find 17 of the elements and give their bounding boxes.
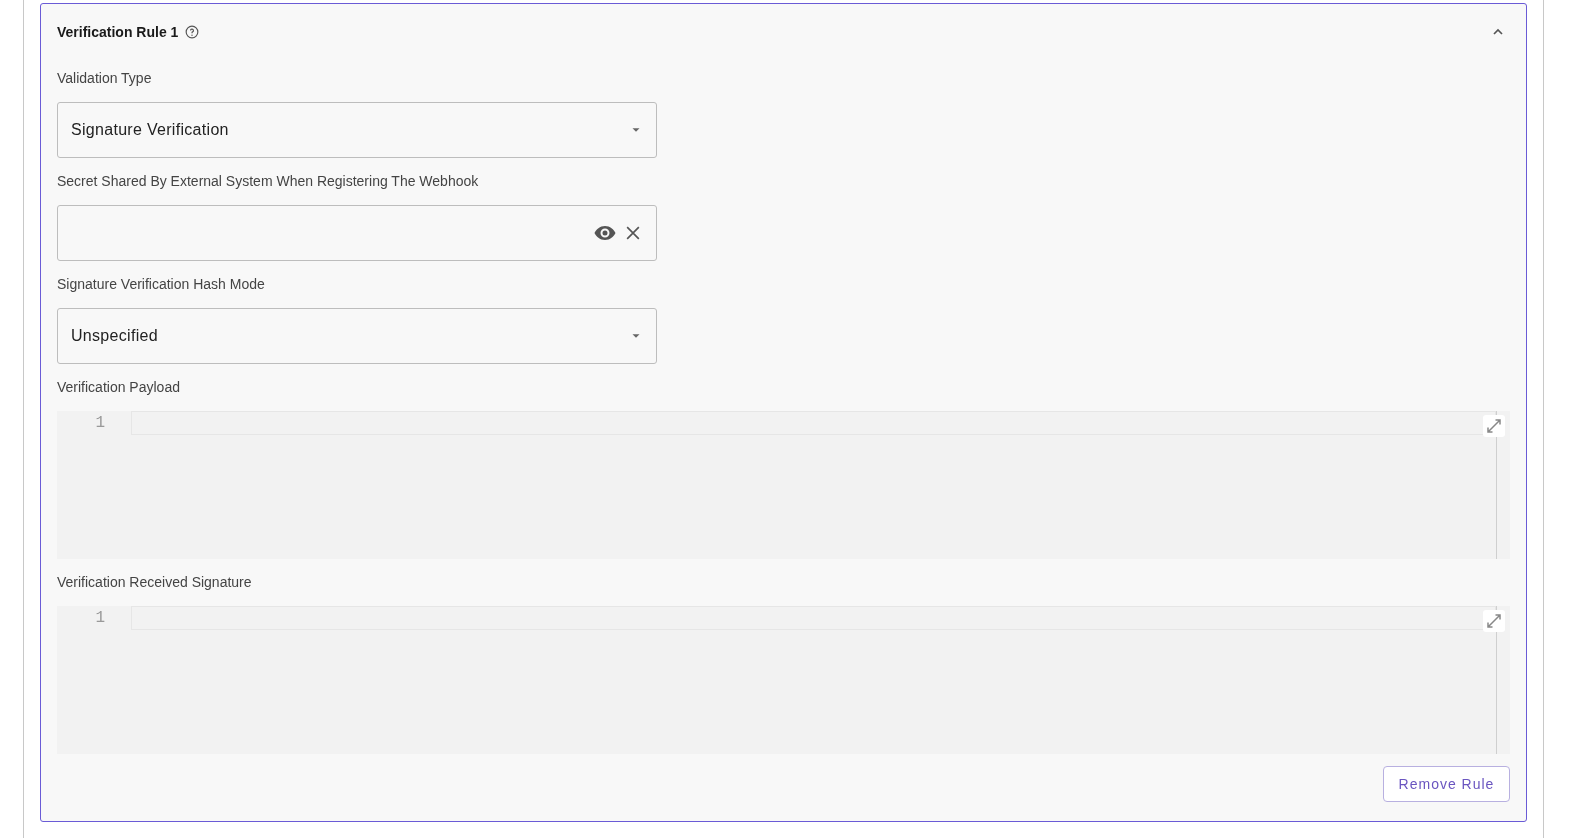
expand-icon xyxy=(1485,612,1503,630)
expand-button[interactable] xyxy=(1483,415,1505,437)
help-icon xyxy=(185,25,200,39)
expand-icon xyxy=(1485,417,1503,435)
secret-input-field[interactable] xyxy=(57,205,657,261)
remove-rule-button[interactable]: Remove Rule xyxy=(1383,766,1510,802)
line-number: 1 xyxy=(95,608,105,629)
field-label: Secret Shared By External System When Registering The Webhook xyxy=(57,172,480,191)
dropdown-field[interactable]: Signature Verification xyxy=(57,102,657,158)
field-label: Validation Type xyxy=(57,69,153,88)
rule-title: Verification Rule 1 xyxy=(57,22,179,42)
line-number: 1 xyxy=(95,413,105,434)
expand-button[interactable] xyxy=(1483,610,1505,632)
field-label: Verification Received Signature xyxy=(57,573,253,592)
field-label: Signature Verification Hash Mode xyxy=(57,275,266,294)
dropdown-field[interactable]: Unspecified xyxy=(57,308,657,364)
field-label: Verification Payload xyxy=(57,378,181,397)
